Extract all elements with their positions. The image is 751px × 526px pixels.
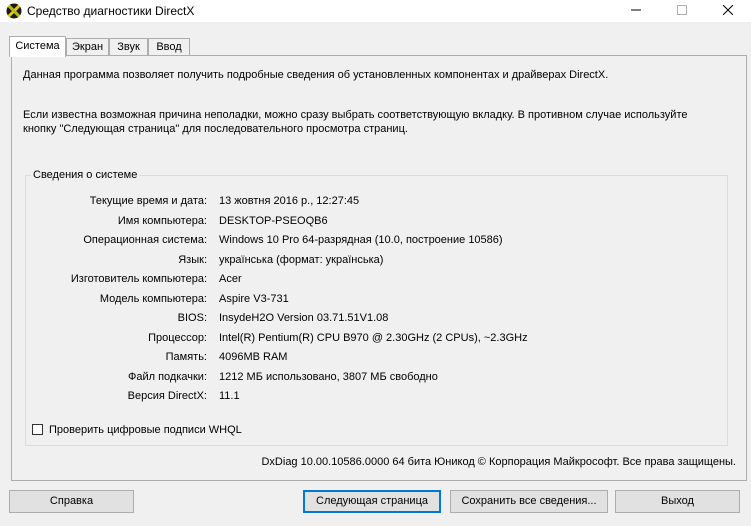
info-value: Acer (219, 273, 242, 285)
info-value: Windows 10 Pro 64-разрядная (10.0, постр… (219, 234, 503, 246)
info-label: Модель компьютера: (99, 292, 207, 305)
system-info-title: Сведения о системе (31, 168, 140, 182)
info-value: 11.1 (219, 390, 240, 402)
title-bar: Средство диагностики DirectX (0, 0, 751, 22)
close-button[interactable] (705, 0, 751, 22)
window-title: Средство диагностики DirectX (27, 4, 195, 18)
next-page-button[interactable]: Следующая страница (303, 490, 441, 513)
tab-sound[interactable]: Звук (109, 38, 148, 55)
copyright-footer: DxDiag 10.00.10586.0000 64 бита Юникод ©… (261, 456, 736, 468)
exit-button[interactable]: Выход (615, 490, 740, 513)
info-value: 13 жовтня 2016 р., 12:27:45 (219, 195, 360, 207)
info-value: Intel(R) Pentium(R) CPU B970 @ 2.30GHz (… (219, 331, 528, 344)
tab-panel: Данная программа позволяет получить подр… (11, 55, 747, 481)
info-label: Изготовитель компьютера: (70, 273, 207, 285)
info-value: InsydeH2O Version 03.71.51V1.08 (219, 312, 389, 324)
whql-checkbox-label[interactable]: Проверить цифровые подписи WHQL (49, 422, 242, 438)
info-value: Aspire V3-731 (219, 292, 289, 305)
minimize-icon (631, 5, 641, 18)
info-value: 1212 МБ использовано, 3807 МБ свободно (219, 370, 438, 383)
info-label: Память: (165, 351, 207, 363)
maximize-icon (677, 4, 687, 18)
close-icon (722, 4, 734, 18)
intro-text-1: Данная программа позволяет получить подр… (23, 69, 609, 81)
info-value: українська (формат: українська) (219, 253, 384, 266)
info-label: BIOS: (177, 312, 207, 324)
info-value: 4096MB RAM (219, 351, 288, 363)
system-info-group: Сведения о системе Текущие время и дата:… (25, 168, 728, 446)
help-button[interactable]: Справка (9, 490, 134, 513)
info-label: Файл подкачки: (127, 370, 207, 383)
save-all-button[interactable]: Сохранить все сведения... (450, 490, 608, 513)
maximize-button[interactable] (659, 0, 705, 22)
tab-display[interactable]: Экран (66, 38, 109, 55)
info-label: Язык: (178, 253, 207, 266)
whql-checkbox[interactable] (32, 424, 43, 435)
directx-icon (6, 3, 22, 19)
info-label: Операционная система: (83, 234, 207, 246)
info-label: Имя компьютера: (117, 214, 207, 227)
info-label: Процессор: (148, 331, 207, 344)
info-label: Текущие время и дата: (89, 195, 207, 207)
info-value: DESKTOP-PSEOQB6 (219, 214, 328, 227)
tab-input[interactable]: Ввод (148, 38, 190, 55)
info-label: Версия DirectX: (127, 390, 207, 402)
minimize-button[interactable] (613, 0, 659, 22)
intro-text-2: Если известна возможная причина неполадк… (23, 109, 688, 135)
tab-system[interactable]: Система (9, 36, 66, 57)
